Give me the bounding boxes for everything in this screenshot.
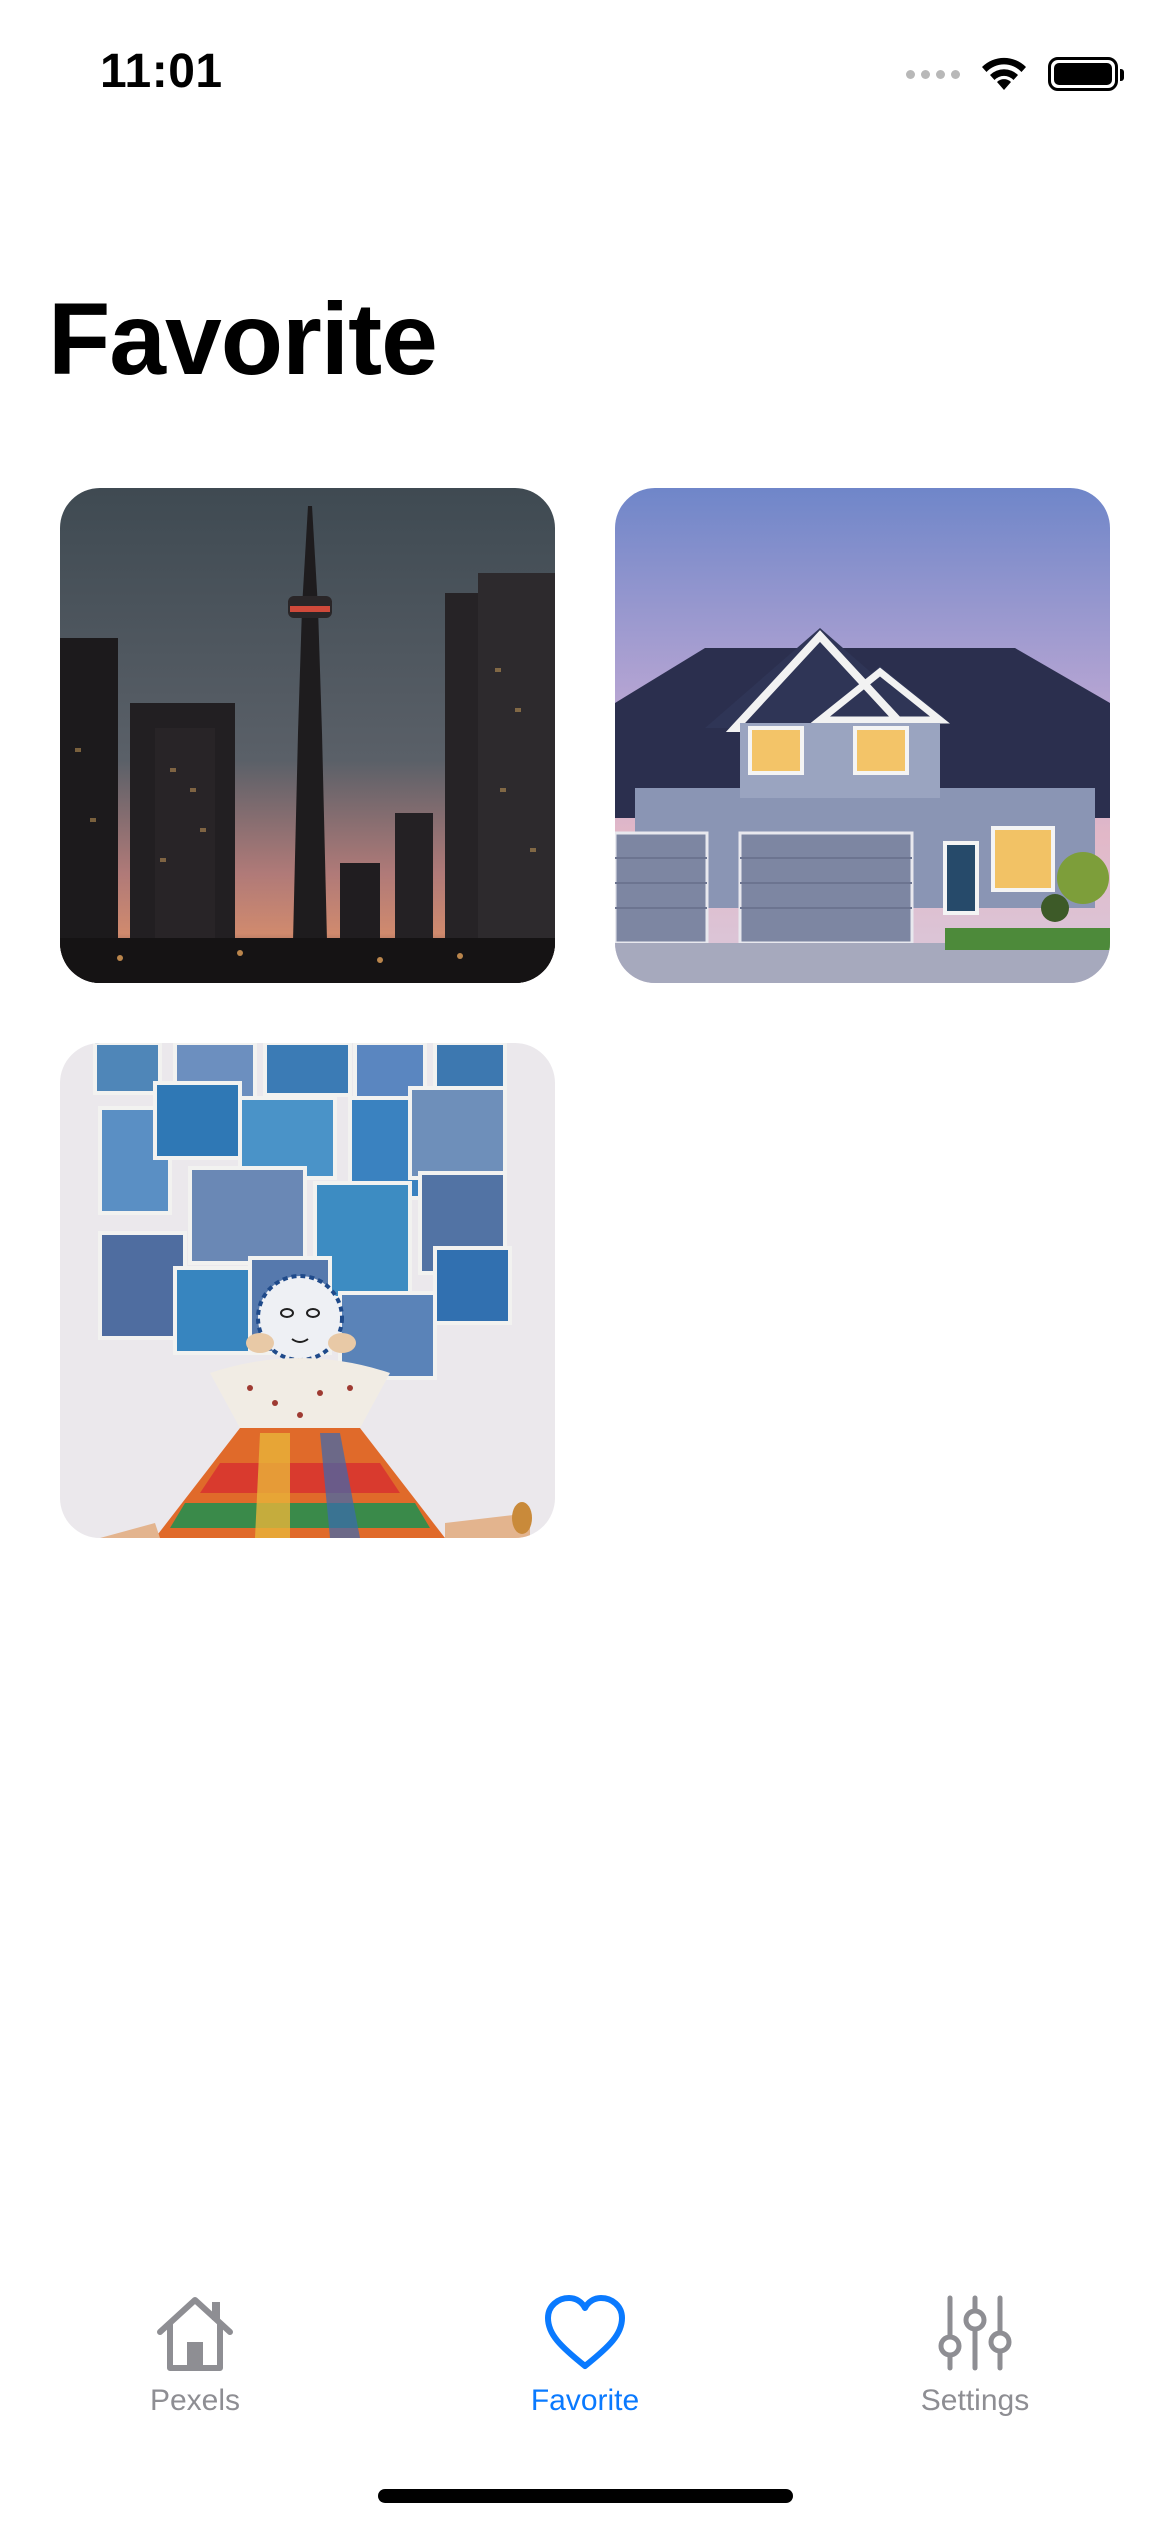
status-bar: 11:01 <box>0 0 1170 150</box>
blue-patchwork-art-photo[interactable] <box>60 1043 555 1538</box>
tab-settings[interactable]: Settings <box>780 2270 1170 2440</box>
heart-icon <box>545 2295 625 2369</box>
tab-label-pexels: Pexels <box>149 2384 241 2417</box>
page-title: Favorite <box>48 282 438 396</box>
suburban-house-photo[interactable] <box>615 488 1110 983</box>
tab-pexels[interactable]: Pexels <box>0 2270 390 2440</box>
tab-label-favorite: Favorite <box>530 2384 640 2417</box>
status-time: 11:01 <box>100 45 223 98</box>
photo-grid <box>60 488 1110 1538</box>
tab-favorite[interactable]: Favorite <box>390 2270 780 2440</box>
house-icon <box>157 2297 233 2371</box>
sliders-icon <box>938 2295 1012 2371</box>
city-skyline-tower-photo[interactable] <box>60 488 555 983</box>
status-icons <box>906 52 1124 96</box>
wifi-icon <box>982 57 1026 90</box>
battery-icon <box>1048 57 1124 91</box>
tab-label-settings: Settings <box>920 2384 1030 2417</box>
tab-bar: Pexels Favorite Settings <box>0 2270 1170 2440</box>
home-indicator <box>378 2489 793 2503</box>
signal-dots-icon <box>906 69 960 79</box>
